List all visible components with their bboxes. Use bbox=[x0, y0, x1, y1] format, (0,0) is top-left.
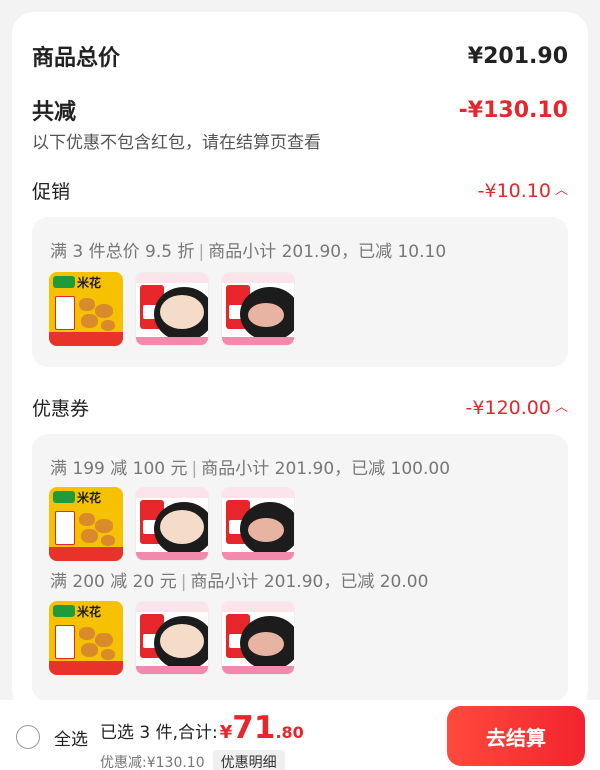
coupon-amount-value: -¥120.00 bbox=[465, 396, 551, 419]
coupon-rule-line: 满 200 减 20 元 | 商品小计 201.90，已减 20.00 bbox=[50, 567, 428, 592]
product-word: 米花 bbox=[77, 605, 102, 619]
chevron-up-icon[interactable]: ︿ bbox=[555, 396, 568, 415]
chicken-breast-product[interactable] bbox=[135, 487, 209, 561]
product-word: 米花 bbox=[77, 276, 102, 290]
total-summary: 已选 3 件,合计: ¥ 71 .80 bbox=[100, 710, 304, 746]
total-price-label: 商品总价 bbox=[32, 46, 121, 71]
coupon-rule-line: 满 199 减 100 元 | 商品小计 201.90，已减 100.00 bbox=[50, 454, 450, 479]
total-discount-label: 共减 bbox=[32, 100, 77, 125]
separator: | bbox=[191, 459, 198, 479]
promotion-section-header[interactable]: 促销 -¥10.10 ︿ bbox=[32, 177, 568, 204]
price-tag bbox=[55, 296, 75, 330]
chevron-up-icon[interactable]: ︿ bbox=[555, 179, 568, 198]
coupon-rule: 满 199 减 100 元 bbox=[50, 459, 188, 479]
brand-logo bbox=[53, 276, 75, 288]
selected-count-text: 已选 3 件,合计: bbox=[100, 723, 218, 743]
popcorn-chicken-product[interactable]: 米花 bbox=[49, 487, 123, 561]
promotion-title: 促销 bbox=[32, 181, 71, 203]
coupon-detail: 商品小计 201.90，已减 100.00 bbox=[201, 459, 451, 479]
chicken-breast-product[interactable] bbox=[135, 601, 209, 675]
total-integer: 71 bbox=[232, 710, 276, 746]
total-price-value: ¥201.90 bbox=[467, 43, 568, 69]
pork-tenderloin-product[interactable] bbox=[221, 272, 295, 346]
select-all-label[interactable]: 全选 bbox=[54, 725, 88, 750]
discount-subtotal: 优惠减:¥130.10 bbox=[100, 755, 205, 770]
popcorn-chicken-product[interactable]: 米花 bbox=[49, 272, 123, 346]
discount-detail-button[interactable]: 优惠明细 bbox=[212, 750, 285, 770]
coupon-card: 满 199 减 100 元|商品小计 201.90，已减 100.00 米花 bbox=[32, 434, 568, 702]
select-all-radio[interactable] bbox=[16, 725, 40, 749]
chicken-breast-product[interactable] bbox=[135, 272, 209, 346]
promotion-amount: -¥10.10 ︿ bbox=[478, 180, 568, 202]
promotion-card: 满 3 件总价 9.5 折 | 商品小计 201.90，已减 10.10 米花 bbox=[32, 217, 568, 367]
coupon-products: 米花 bbox=[49, 601, 295, 675]
total-discount-row: 共减 -¥130.10 bbox=[32, 94, 568, 126]
coupon-section-header[interactable]: 优惠券 -¥120.00 ︿ bbox=[32, 394, 568, 421]
pork-tenderloin-product[interactable] bbox=[221, 487, 295, 561]
coupon-rule: 满 200 减 20 元 bbox=[50, 572, 177, 592]
promotion-products: 米花 bbox=[49, 272, 295, 346]
total-currency: ¥ bbox=[219, 722, 233, 743]
coupon-products: 米花 bbox=[49, 487, 295, 561]
separator: | bbox=[198, 242, 205, 262]
popcorn-chicken-product[interactable]: 米花 bbox=[49, 601, 123, 675]
promotion-amount-value: -¥10.10 bbox=[477, 179, 551, 202]
separator: | bbox=[180, 572, 187, 592]
checkout-button[interactable]: 去结算 bbox=[447, 706, 585, 766]
product-word: 米花 bbox=[77, 491, 102, 505]
discount-summary: 优惠减:¥130.10 优惠明细 bbox=[100, 750, 285, 770]
discount-note: 以下优惠不包含红包，请在结算页查看 bbox=[32, 133, 321, 153]
total-discount-value: -¥130.10 bbox=[458, 97, 568, 123]
promo-strip bbox=[49, 332, 123, 346]
pork-tenderloin-product[interactable] bbox=[221, 601, 295, 675]
discount-detail-sheet: 商品总价 ¥201.90 共减 -¥130.10 以下优惠不包含红包，请在结算页… bbox=[12, 12, 588, 712]
coupon-title: 优惠券 bbox=[32, 398, 90, 420]
coupon-amount: -¥120.00 ︿ bbox=[466, 397, 568, 419]
total-decimal: .80 bbox=[275, 723, 304, 742]
checkout-bar: 全选 已选 3 件,合计: ¥ 71 .80 优惠减:¥130.10 优惠明细 … bbox=[0, 700, 600, 770]
promotion-detail: 商品小计 201.90，已减 10.10 bbox=[208, 242, 447, 262]
coupon-detail: 商品小计 201.90，已减 20.00 bbox=[190, 572, 429, 592]
total-price-row: 商品总价 ¥201.90 bbox=[32, 40, 568, 72]
promotion-rule: 满 3 件总价 9.5 折 bbox=[50, 242, 195, 262]
promotion-rule-line: 满 3 件总价 9.5 折 | 商品小计 201.90，已减 10.10 bbox=[50, 237, 446, 262]
